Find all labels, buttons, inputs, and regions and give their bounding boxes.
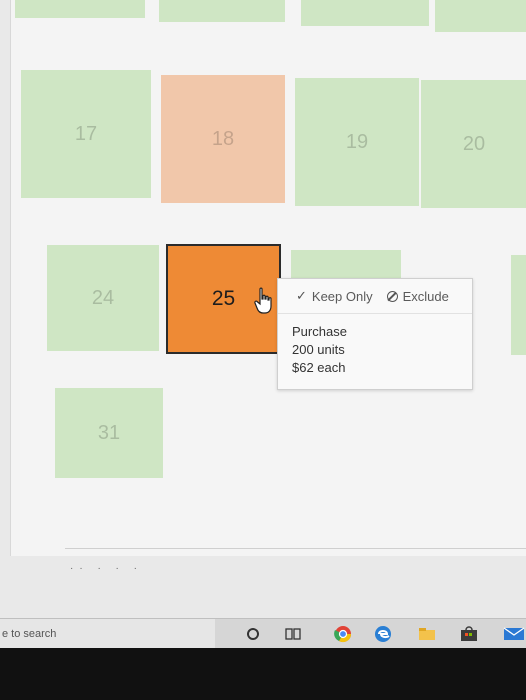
exclude-button[interactable]: Exclude [386,288,449,304]
task-view-icon[interactable] [284,625,302,643]
tooltip-line-units: 200 units [292,342,345,357]
exclude-label: Exclude [402,288,449,304]
day-cell-19[interactable]: 19 [295,78,419,206]
checkmark-icon: ✓ [296,288,307,303]
mail-icon[interactable] [502,625,526,643]
tooltip-body: Purchase 200 units $62 each [292,323,347,377]
day-cell-28[interactable] [511,255,526,355]
tooltip-line-price: $62 each [292,360,346,375]
taskbar: e to search [0,618,526,649]
keep-only-label: Keep Only [311,288,373,304]
scroll-indicator: ·· · · · [70,563,143,574]
day-number: 18 [211,127,235,150]
day-cell-top-2[interactable] [159,0,285,22]
day-number: 19 [345,130,369,153]
hand-cursor-icon [254,287,272,314]
day-cell-17[interactable]: 17 [21,70,151,198]
chrome-icon[interactable] [334,625,352,643]
day-number: 20 [462,132,486,155]
tooltip-divider [278,313,472,314]
day-cell-26[interactable] [291,250,401,280]
exclude-icon [386,290,398,302]
cortana-circle-icon[interactable] [244,625,262,643]
monitor-bezel [0,648,526,700]
day-cell-top-1[interactable] [15,0,145,18]
tooltip-line-measure: Purchase [292,324,347,339]
day-cell-top-4[interactable] [435,0,526,32]
day-cell-top-3[interactable] [301,0,429,26]
day-number: 25 [211,287,236,310]
day-number: 24 [91,286,115,309]
tooltip: ✓ Keep Only Exclude Purchase 200 units $… [277,278,473,390]
day-cell-20[interactable]: 20 [421,80,526,208]
day-cell-31[interactable]: 31 [55,388,163,478]
day-number: 17 [74,122,98,145]
search-placeholder: e to search [2,628,57,640]
file-explorer-icon[interactable] [418,625,436,643]
day-number: 31 [97,421,121,444]
day-cell-24[interactable]: 24 [47,245,159,351]
tooltip-actions: ✓ Keep Only Exclude [296,288,449,304]
calendar-bottom-border [65,548,526,549]
store-icon[interactable] [460,625,478,643]
day-cell-18[interactable]: 18 [161,75,285,203]
edge-icon[interactable] [374,625,392,643]
keep-only-button[interactable]: ✓ Keep Only [296,288,373,304]
screen: 17 18 19 20 24 25 31 ✓ Keep Only Exclude… [0,0,526,620]
taskbar-search-input[interactable]: e to search [0,619,215,649]
